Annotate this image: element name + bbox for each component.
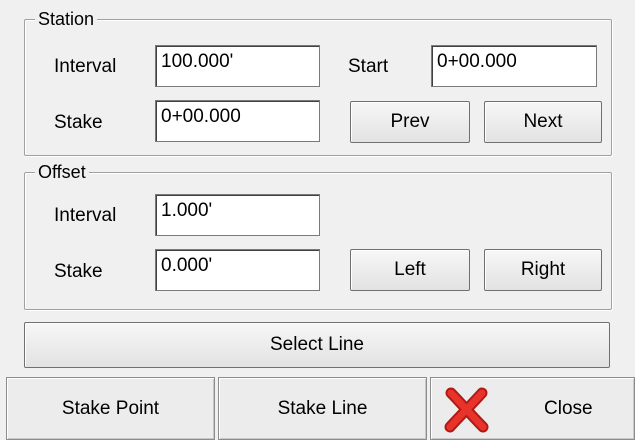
- close-icon: [444, 387, 489, 433]
- stake-point-button[interactable]: Stake Point: [6, 377, 215, 440]
- offset-group-title: Offset: [35, 161, 89, 183]
- station-group-title: Station: [35, 8, 98, 30]
- offset-stake-field[interactable]: 0.000': [155, 249, 320, 291]
- stake-line-button[interactable]: Stake Line: [218, 377, 427, 440]
- offset-interval-field[interactable]: 1.000': [155, 194, 320, 236]
- station-start-label: Start: [348, 56, 389, 77]
- prev-button[interactable]: Prev: [350, 101, 470, 143]
- offset-stake-label: Stake: [54, 261, 103, 282]
- station-stake-label: Stake: [54, 112, 103, 133]
- select-line-button[interactable]: Select Line: [24, 322, 610, 368]
- offset-interval-label: Interval: [54, 205, 117, 226]
- station-interval-field[interactable]: 100.000': [155, 45, 320, 87]
- next-button[interactable]: Next: [484, 101, 602, 143]
- right-button[interactable]: Right: [484, 249, 602, 291]
- close-button-label: Close: [544, 397, 593, 419]
- station-interval-label: Interval: [54, 56, 117, 77]
- close-button[interactable]: Close: [430, 377, 635, 440]
- station-start-field[interactable]: 0+00.000: [431, 45, 597, 87]
- left-button[interactable]: Left: [350, 249, 470, 291]
- station-stake-field[interactable]: 0+00.000: [155, 100, 320, 142]
